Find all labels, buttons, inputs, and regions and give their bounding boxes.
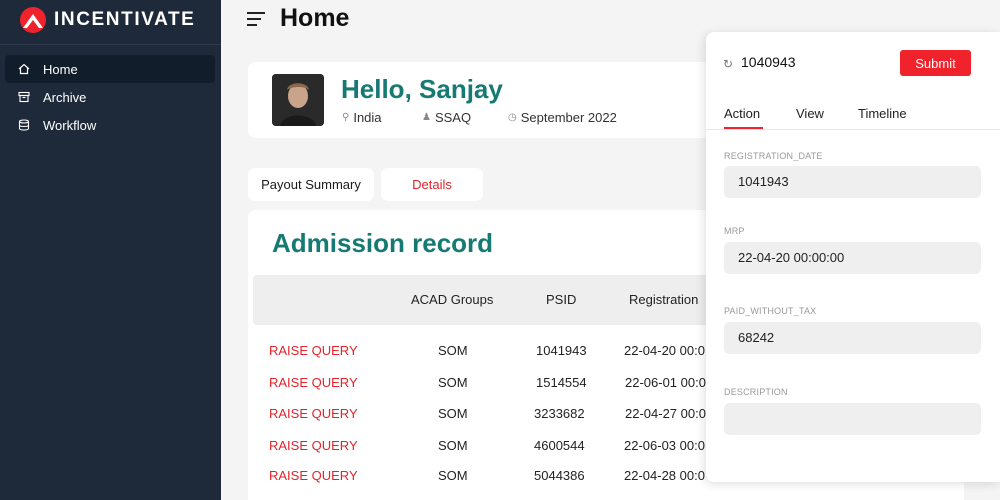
sidebar-nav: Home Archive Workflow (5, 55, 215, 139)
column-header[interactable]: PSID (546, 292, 576, 307)
column-header[interactable]: ACAD Groups (411, 292, 493, 307)
avatar[interactable] (272, 74, 324, 126)
logo-icon (20, 7, 46, 33)
column-header[interactable]: Registration (629, 292, 698, 307)
mrp-field[interactable]: 22-04-20 00:00:00 (724, 242, 981, 274)
submit-button[interactable]: Submit (900, 50, 971, 76)
sidebar-item-archive[interactable]: Archive (5, 83, 215, 111)
tab-label: Payout Summary (261, 177, 361, 192)
acad-group-cell: SOM (438, 343, 468, 358)
psid-cell: 4600544 (534, 438, 585, 453)
database-icon (17, 118, 31, 132)
location-meta: ⚲ India (342, 110, 382, 125)
period-meta: ◷ September 2022 (508, 110, 617, 125)
section-title: Admission record (272, 228, 494, 258)
page-title: Home (280, 4, 350, 32)
registration-cell: 22-06-01 00:0 (625, 375, 706, 390)
sidebar-item-label: Home (43, 61, 78, 77)
record-detail-panel: ↻ 1040943 Submit Action View Timeline RE… (706, 32, 1000, 482)
panel-tab-view[interactable]: View (796, 106, 824, 121)
sidebar-item-label: Workflow (43, 117, 97, 133)
paid-without-tax-field[interactable]: 68242 (724, 322, 981, 354)
description-field[interactable] (724, 403, 981, 435)
archive-icon (17, 90, 31, 104)
sidebar: INCENTIVATE Home Archive Workflow (0, 0, 221, 500)
panel-tab-timeline[interactable]: Timeline (858, 106, 907, 121)
tab-payout-summary[interactable]: Payout Summary (248, 168, 374, 201)
sidebar-item-workflow[interactable]: Workflow (5, 111, 215, 139)
acad-group-cell: SOM (438, 438, 468, 453)
location-text: India (353, 110, 382, 125)
user-icon: ♟ (422, 112, 431, 123)
field-label: DESCRIPTION (724, 387, 788, 397)
tab-label: Details (412, 177, 452, 192)
acad-group-cell: SOM (438, 406, 468, 421)
registration-cell: 22-06-03 00:0 (624, 438, 705, 453)
field-label: PAID_WITHOUT_TAX (724, 306, 817, 316)
psid-cell: 1041943 (536, 343, 587, 358)
period-text: September 2022 (520, 110, 617, 125)
panel-divider (706, 129, 1000, 130)
sidebar-item-label: Archive (43, 89, 87, 105)
role-text: SSAQ (434, 110, 472, 125)
location-pin-icon: ⚲ (342, 112, 350, 123)
registration-cell: 22-04-27 00:0 (625, 406, 706, 421)
acad-group-cell: SOM (438, 375, 468, 390)
psid-cell: 5044386 (534, 468, 585, 483)
field-label: MRP (724, 226, 745, 236)
refresh-icon[interactable]: ↻ (723, 57, 733, 71)
tab-details[interactable]: Details (381, 168, 483, 201)
record-id: 1040943 (741, 54, 796, 70)
menu-icon[interactable] (246, 10, 266, 28)
role-meta: ♟ SSAQ (422, 110, 471, 125)
raise-query-link[interactable]: RAISE QUERY (269, 438, 358, 453)
greeting: Hello, Sanjay (341, 74, 503, 104)
panel-tab-action[interactable]: Action (724, 106, 760, 121)
brand-divider (0, 44, 221, 45)
acad-group-cell: SOM (438, 468, 468, 483)
registration-date-field[interactable]: 1041943 (724, 166, 981, 198)
psid-cell: 3233682 (534, 406, 585, 421)
raise-query-link[interactable]: RAISE QUERY (269, 468, 358, 483)
home-icon (17, 62, 31, 76)
brand[interactable]: INCENTIVATE (18, 5, 195, 35)
field-label: REGISTRATION_DATE (724, 151, 823, 161)
raise-query-link[interactable]: RAISE QUERY (269, 343, 358, 358)
raise-query-link[interactable]: RAISE QUERY (269, 406, 358, 421)
sidebar-item-home[interactable]: Home (5, 55, 215, 83)
registration-cell: 22-04-20 00:0 (624, 343, 705, 358)
psid-cell: 1514554 (536, 375, 587, 390)
brand-name: INCENTIVATE (54, 9, 196, 30)
clock-icon: ◷ (508, 112, 517, 123)
raise-query-link[interactable]: RAISE QUERY (269, 375, 358, 390)
registration-cell: 22-04-28 00:0 (624, 468, 705, 483)
